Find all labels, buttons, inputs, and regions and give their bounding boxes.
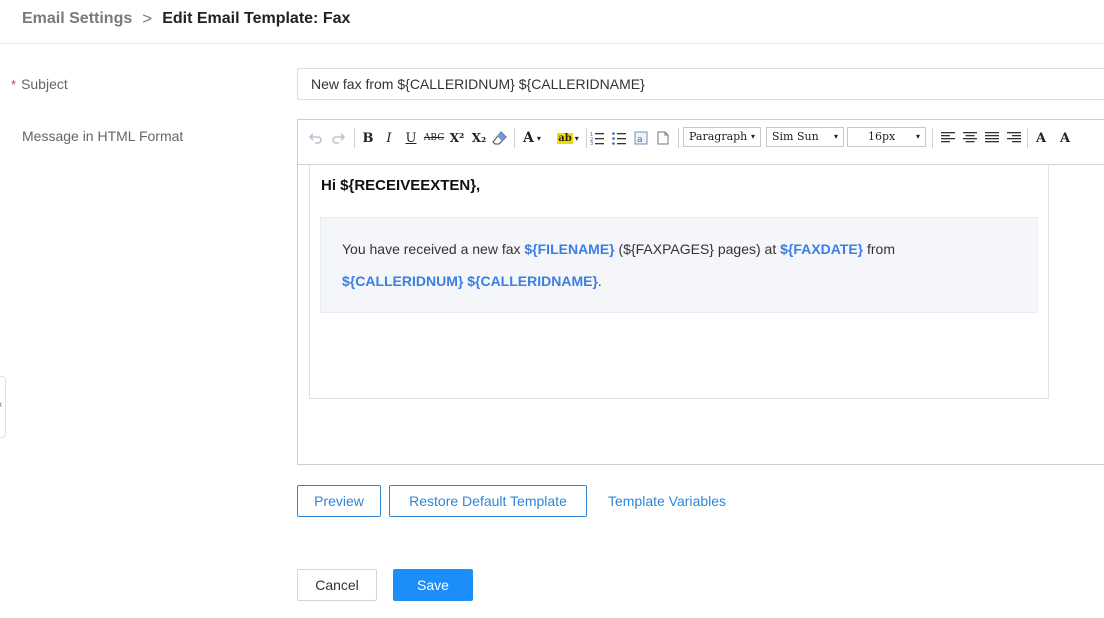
restore-default-template-button[interactable]: Restore Default Template	[389, 485, 587, 517]
unordered-list-icon[interactable]	[611, 129, 627, 147]
message-line-1: You have received a new fax ${FILENAME} …	[342, 241, 895, 257]
message-text: (${FAXPAGES} pages) at	[614, 241, 781, 257]
bold-button[interactable]: B	[360, 129, 376, 147]
paragraph-select-value: Paragraph	[689, 130, 748, 143]
message-box: You have received a new fax ${FILENAME} …	[320, 217, 1038, 313]
sidebar-collapse-handle[interactable]: ‹	[0, 376, 6, 438]
toolbar-divider	[514, 128, 515, 148]
chevron-left-icon: ‹	[0, 399, 2, 410]
preview-button[interactable]: Preview	[297, 485, 381, 517]
svg-text:3: 3	[590, 141, 593, 145]
subject-label: * Subject	[11, 76, 68, 92]
subject-input[interactable]: New fax from ${CALLERIDNUM} ${CALLERIDNA…	[297, 68, 1104, 100]
breadcrumb: Email Settings > Edit Email Template: Fa…	[22, 9, 350, 29]
increase-font-button[interactable]: A	[1033, 129, 1049, 147]
text-size-letter: A	[1035, 130, 1047, 146]
eraser-icon[interactable]	[491, 129, 507, 147]
font-size-select-value: 16px	[868, 130, 896, 143]
html-editor: B I U ABC X² X₂ A ▾ ab ▾ 123 a Paragraph…	[297, 119, 1104, 465]
image-icon[interactable]: a	[633, 129, 649, 147]
highlight-letters: ab	[557, 132, 573, 144]
chevron-down-icon: ▾	[536, 133, 541, 143]
toolbar-divider	[678, 128, 679, 148]
page-header: Email Settings > Edit Email Template: Fa…	[0, 0, 1104, 44]
undo-icon[interactable]	[308, 129, 324, 147]
editor-content[interactable]: Hi ${RECEIVEEXTEN}, You have received a …	[309, 165, 1049, 399]
message-line-2: ${CALLERIDNUM} ${CALLERIDNAME}.	[342, 273, 602, 289]
decrease-font-button[interactable]: A	[1057, 129, 1073, 147]
font-size-select[interactable]: 16px ▾	[847, 127, 926, 147]
save-button[interactable]: Save	[393, 569, 473, 601]
message-label: Message in HTML Format	[22, 128, 184, 144]
page-icon[interactable]	[655, 129, 671, 147]
breadcrumb-email-settings[interactable]: Email Settings	[22, 10, 132, 28]
text-size-letter: A	[1059, 130, 1071, 146]
chevron-down-icon: ▾	[915, 132, 920, 141]
ordered-list-icon[interactable]: 123	[589, 129, 605, 147]
message-text: from	[863, 241, 895, 257]
template-variables-link[interactable]: Template Variables	[598, 485, 736, 517]
greeting-text: Hi ${RECEIVEEXTEN},	[321, 177, 481, 194]
subscript-button[interactable]: X₂	[470, 129, 488, 147]
message-text: .	[597, 273, 602, 289]
page-title: Edit Email Template: Fax	[162, 10, 351, 27]
filename-variable: ${FILENAME}	[524, 241, 615, 257]
faxdate-variable: ${FAXDATE}	[780, 241, 864, 257]
toolbar-divider	[932, 128, 933, 148]
align-right-icon[interactable]	[1006, 129, 1022, 147]
subject-label-text: Subject	[21, 76, 68, 92]
font-family-select-value: Sim Sun	[772, 130, 819, 143]
align-justify-icon[interactable]	[984, 129, 1000, 147]
message-text: You have received a new fax	[342, 241, 525, 257]
underline-button[interactable]: U	[403, 129, 419, 147]
cancel-button[interactable]: Cancel	[297, 569, 377, 601]
required-mark: *	[11, 77, 17, 92]
font-family-select[interactable]: Sim Sun ▾	[766, 127, 844, 147]
superscript-button[interactable]: X²	[448, 129, 466, 147]
toolbar-divider	[354, 128, 355, 148]
paragraph-select[interactable]: Paragraph ▾	[683, 127, 761, 147]
highlight-button[interactable]: ab ▾	[554, 129, 582, 147]
toolbar-divider	[586, 128, 587, 148]
breadcrumb-separator: >	[142, 9, 153, 28]
redo-icon[interactable]	[330, 129, 346, 147]
toolbar-divider	[1027, 128, 1028, 148]
font-color-letter: A	[523, 130, 534, 146]
italic-button[interactable]: I	[381, 129, 397, 147]
chevron-down-icon: ▾	[750, 132, 755, 141]
chevron-down-icon: ▾	[833, 132, 838, 141]
callerid-variable: ${CALLERIDNUM} ${CALLERIDNAME}	[342, 273, 598, 289]
align-left-icon[interactable]	[940, 129, 956, 147]
svg-text:a: a	[637, 135, 643, 145]
font-color-button[interactable]: A ▾	[522, 129, 542, 147]
align-center-icon[interactable]	[962, 129, 978, 147]
chevron-down-icon: ▾	[574, 133, 579, 143]
strikethrough-button[interactable]: ABC	[424, 129, 444, 147]
editor-toolbar: B I U ABC X² X₂ A ▾ ab ▾ 123 a Paragraph…	[298, 120, 1104, 165]
